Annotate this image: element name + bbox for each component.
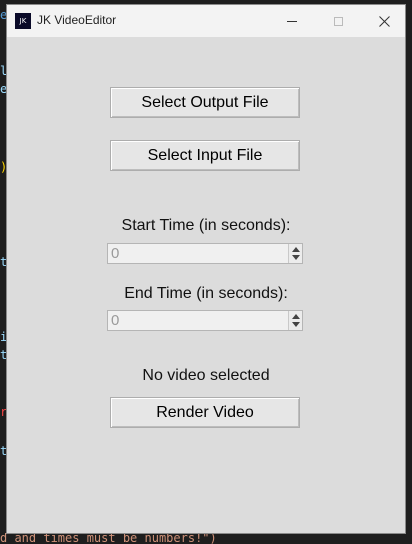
arrow-down-icon[interactable] xyxy=(292,255,300,260)
end-time-stepper[interactable] xyxy=(288,311,302,330)
arrow-up-icon[interactable] xyxy=(292,314,300,319)
maximize-icon xyxy=(333,16,343,26)
close-button[interactable] xyxy=(361,5,407,37)
close-icon xyxy=(378,15,390,27)
start-time-label: Start Time (in seconds): xyxy=(121,217,291,234)
end-time-value: 0 xyxy=(111,312,120,329)
start-time-stepper[interactable] xyxy=(288,244,302,263)
status-text: No video selected xyxy=(142,367,270,384)
end-time-label: End Time (in seconds): xyxy=(124,285,288,302)
window-title: JK VideoEditor xyxy=(37,13,117,27)
start-time-spinbox[interactable]: 0 xyxy=(107,243,303,264)
select-output-file-button[interactable]: Select Output File xyxy=(110,87,300,118)
app-logo-icon: JK xyxy=(15,13,31,29)
arrow-down-icon[interactable] xyxy=(292,322,300,327)
end-time-spinbox[interactable]: 0 xyxy=(107,310,303,331)
select-input-file-button[interactable]: Select Input File xyxy=(110,140,300,171)
title-bar[interactable]: JK JK VideoEditor xyxy=(7,5,405,37)
arrow-up-icon[interactable] xyxy=(292,247,300,252)
app-window: JK JK VideoEditor Select Output File Sel… xyxy=(6,4,406,534)
bg-code-bottom-line: d and times must be numbers!") xyxy=(0,533,217,544)
minimize-button[interactable] xyxy=(269,5,315,37)
minimize-icon xyxy=(287,20,297,22)
maximize-button[interactable] xyxy=(315,5,361,37)
render-video-button[interactable]: Render Video xyxy=(110,397,300,428)
start-time-value: 0 xyxy=(111,245,120,262)
